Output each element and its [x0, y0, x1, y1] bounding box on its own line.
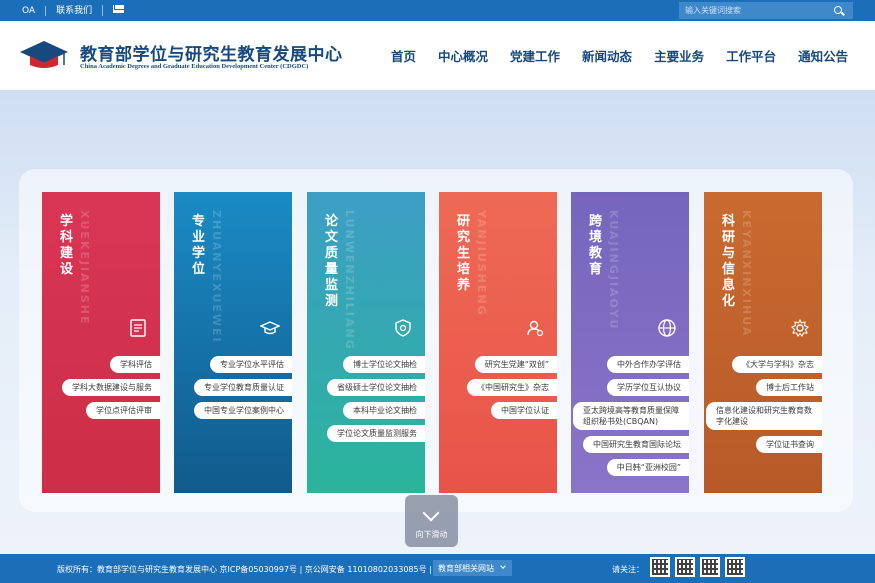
card-link[interactable]: 学科评估 [110, 356, 160, 373]
card-link[interactable]: 本科毕业论文抽检 [343, 402, 425, 419]
main-nav: 首页 中心概况 党建工作 新闻动态 主要业务 工作平台 通知公告 [391, 46, 848, 65]
nav-news[interactable]: 新闻动态 [582, 46, 632, 65]
card-link[interactable]: 学科大数据建设与服务 [62, 379, 160, 396]
search-input[interactable] [685, 2, 825, 19]
card-link[interactable]: 《中国研究生》杂志 [467, 379, 557, 396]
site-header: 教育部学位与研究生教育发展中心 China Academic Degrees a… [0, 21, 875, 90]
card-title: 论文质量监测 [325, 214, 339, 309]
nav-notices[interactable]: 通知公告 [798, 46, 848, 65]
card-graduate-training[interactable]: YANJIUSHENG 研究生培养 研究生党建“双创” 《中国研究生》杂志 中国… [439, 192, 557, 493]
card-pinyin: XUEKEJIANSHE [78, 210, 91, 326]
nav-business[interactable]: 主要业务 [654, 46, 704, 65]
card-pinyin: LUNWENZHILIANG [343, 210, 356, 351]
card-title: 研究生培养 [457, 214, 471, 293]
related-sites-label: 教育部相关网站 [438, 564, 494, 573]
qr-code-icon[interactable] [700, 557, 720, 577]
card-link[interactable]: 信息化建设和研究生教育数字化建设 [706, 402, 822, 430]
search-icon[interactable] [834, 6, 842, 14]
card-pinyin: KUAJINGJIAOYU [607, 210, 620, 331]
card-link[interactable]: 学位证书查询 [756, 436, 822, 453]
card-professional-degree[interactable]: ZHUANYEXUEWEI 专业学位 专业学位水平评估 专业学位教育质量认证 中… [174, 192, 292, 493]
graduation-cap-icon [260, 321, 280, 335]
card-link[interactable]: 学位论文质量监测服务 [327, 425, 425, 442]
chevron-down-icon [422, 504, 440, 522]
card-link[interactable]: 学历学位互认协议 [607, 379, 689, 396]
top-bar: OA 联系我们 [0, 0, 875, 21]
copyright-text: 版权所有：教育部学位与研究生教育发展中心 京ICP备05030997号 | 京公… [57, 565, 432, 574]
top-links: OA 联系我们 [22, 0, 134, 21]
card-title: 跨境教育 [589, 214, 603, 277]
qr-code-icon[interactable] [650, 557, 670, 577]
card-title: 学科建设 [60, 214, 74, 277]
card-link[interactable]: 专业学位水平评估 [210, 356, 292, 373]
site-footer: 版权所有：教育部学位与研究生教育发展中心 京ICP备05030997号 | 京公… [0, 554, 875, 583]
contact-link[interactable]: 联系我们 [45, 5, 102, 16]
card-link[interactable]: 专业学位教育质量认证 [194, 379, 292, 396]
chevron-down-icon [500, 563, 506, 569]
logo-icon[interactable] [18, 39, 70, 71]
shield-icon [395, 319, 411, 337]
site-title-en: China Academic Degrees and Graduate Educ… [80, 63, 309, 70]
card-research-it[interactable]: KEYANXINXIHUA 科研与信息化 《大学与学科》杂志 博士后工作站 信息… [704, 192, 822, 493]
hero-area: XUEKEJIANSHE 学科建设 学科评估 学科大数据建设与服务 学位点评估评… [0, 90, 875, 554]
site-title-cn[interactable]: 教育部学位与研究生教育发展中心 [80, 40, 343, 65]
related-sites-select[interactable]: 教育部相关网站 [433, 560, 512, 576]
card-link[interactable]: 研究生党建“双创” [474, 356, 557, 373]
scroll-down-label: 向下滑动 [415, 530, 448, 539]
follow-label: 请关注： [612, 565, 644, 574]
card-link[interactable]: 中国专业学位案例中心 [194, 402, 292, 419]
card-title: 专业学位 [192, 214, 206, 277]
scroll-down-button[interactable]: 向下滑动 [405, 495, 458, 547]
card-link[interactable]: 博士学位论文抽检 [343, 356, 425, 373]
card-link[interactable]: 学位点评估评审 [86, 402, 160, 419]
mail-icon [113, 5, 125, 13]
card-cross-border[interactable]: KUAJINGJIAOYU 跨境教育 中外合作办学评估 学历学位互认协议 亚太跨… [571, 192, 689, 493]
card-link[interactable]: 博士后工作站 [756, 379, 822, 396]
search-box [679, 2, 853, 19]
card-link[interactable]: 《大学与学科》杂志 [732, 356, 822, 373]
qr-code-icon[interactable] [675, 557, 695, 577]
card-discipline[interactable]: XUEKEJIANSHE 学科建设 学科评估 学科大数据建设与服务 学位点评估评… [42, 192, 160, 493]
card-pinyin: YANJIUSHENG [475, 210, 488, 317]
card-pinyin: ZHUANYEXUEWEI [210, 210, 223, 344]
card-link[interactable]: 中外合作办学评估 [607, 356, 689, 373]
card-link[interactable]: 亚太跨境高等教育质量保障组织秘书处(CBQAN) [573, 402, 689, 430]
card-link[interactable]: 中国研究生教育国际论坛 [583, 436, 689, 453]
mail-link[interactable] [102, 5, 134, 16]
nav-party[interactable]: 党建工作 [510, 46, 560, 65]
card-title: 科研与信息化 [722, 214, 736, 309]
card-link[interactable]: 中国学位认证 [491, 402, 557, 419]
card-link[interactable]: 中日韩“亚洲校园” [606, 459, 689, 476]
nav-overview[interactable]: 中心概况 [438, 46, 488, 65]
qr-code-icon[interactable] [725, 557, 745, 577]
oa-link[interactable]: OA [22, 6, 45, 16]
gear-icon [791, 318, 809, 338]
globe-icon [658, 319, 676, 337]
card-thesis-quality[interactable]: LUNWENZHILIANG 论文质量监测 博士学位论文抽检 省级硕士学位论文抽… [307, 192, 425, 493]
card-pinyin: KEYANXINXIHUA [740, 210, 753, 338]
nav-home[interactable]: 首页 [391, 46, 416, 65]
user-icon [527, 320, 544, 337]
nav-platform[interactable]: 工作平台 [726, 46, 776, 65]
document-icon [130, 319, 146, 337]
card-link[interactable]: 省级硕士学位论文抽检 [327, 379, 425, 396]
